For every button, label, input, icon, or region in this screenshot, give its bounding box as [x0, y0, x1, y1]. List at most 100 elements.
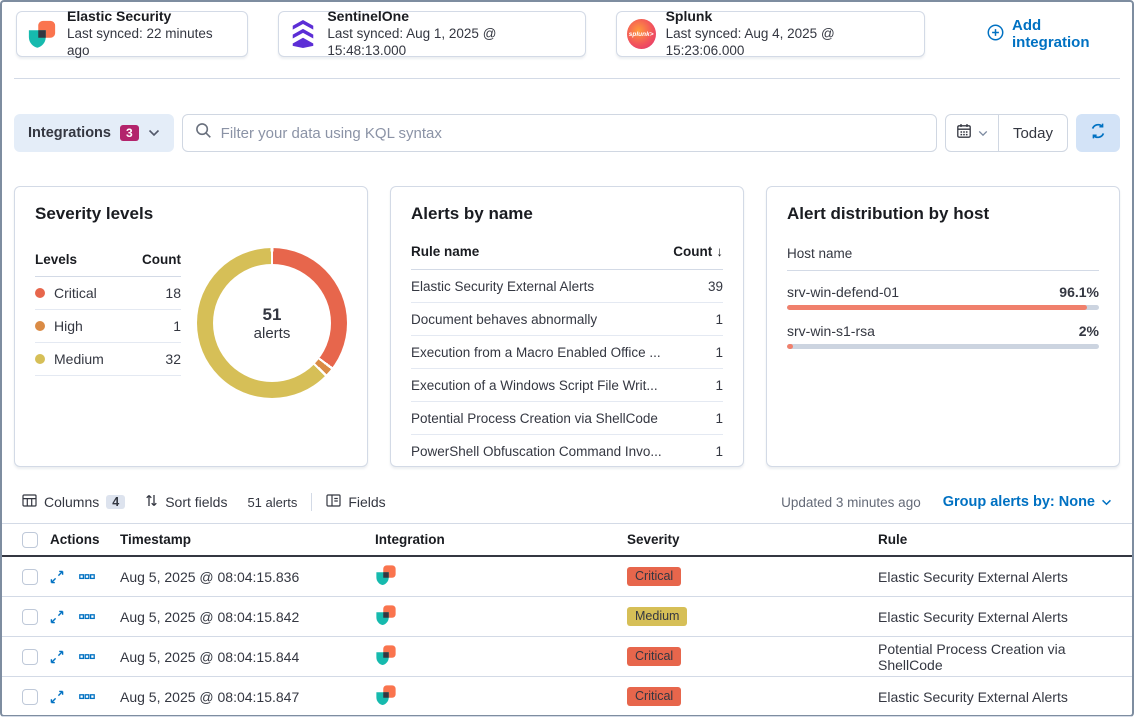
columns-count-badge: 4: [106, 495, 125, 509]
alert-distribution-by-host-panel: Alert distribution by host Host name srv…: [766, 186, 1120, 467]
sentinelone-logo-icon: [289, 20, 317, 48]
alert-timestamp: Aug 5, 2025 @ 08:04:15.842: [120, 609, 375, 625]
integration-cell: [375, 684, 627, 709]
add-integration-label: Add integration: [1012, 17, 1118, 51]
date-range-today-button[interactable]: Today: [999, 115, 1067, 151]
elastic-security-icon: [375, 684, 397, 706]
search-placeholder: Filter your data using KQL syntax: [221, 125, 442, 142]
row-checkbox[interactable]: [22, 689, 38, 705]
more-actions-icon[interactable]: [79, 694, 95, 700]
alert-row[interactable]: Aug 5, 2025 @ 08:04:15.842 Medium Elasti…: [2, 597, 1132, 637]
integration-cell: [375, 644, 627, 669]
host-percentage: 2%: [1079, 323, 1099, 339]
integration-card-elastic-security[interactable]: Elastic Security Last synced: 22 minutes…: [16, 11, 248, 57]
alerts-by-name-list: Elastic Security External Alerts39 Docum…: [411, 270, 723, 456]
alerts-by-name-panel: Alerts by name Rule name Count ↓ Elastic…: [390, 186, 744, 467]
host-name: srv-win-s1-rsa: [787, 323, 875, 339]
row-checkbox[interactable]: [22, 609, 38, 625]
card-title: SentinelOne: [327, 8, 568, 26]
card-last-synced: Last synced: Aug 4, 2025 @ 15:23:06.000: [666, 26, 908, 60]
expand-alert-icon[interactable]: [50, 650, 64, 664]
host-distribution-row[interactable]: srv-win-s1-rsa 2%: [787, 323, 1099, 349]
column-header-rule[interactable]: Rule: [878, 532, 1132, 547]
integration-card-splunk[interactable]: splunk> Splunk Last synced: Aug 4, 2025 …: [616, 11, 925, 57]
severity-donut-chart[interactable]: 51 alerts: [197, 248, 347, 398]
integration-card-sentinelone[interactable]: SentinelOne Last synced: Aug 1, 2025 @ 1…: [278, 11, 585, 57]
rule-count-row[interactable]: PowerShell Obfuscation Command Invo...1: [411, 435, 723, 456]
alert-rule: Potential Process Creation via ShellCode: [878, 641, 1132, 673]
rule-count-row[interactable]: Execution of a Windows Script File Writ.…: [411, 369, 723, 402]
column-header-severity[interactable]: Severity: [627, 532, 878, 547]
fields-button[interactable]: Fields: [326, 493, 385, 511]
toolbar-divider: [311, 493, 312, 511]
legend-row-high[interactable]: High 1: [35, 310, 181, 343]
add-integration-button[interactable]: Add integration: [987, 17, 1118, 51]
rule-count-row[interactable]: Document behaves abnormally1: [411, 303, 723, 336]
alert-row[interactable]: Aug 5, 2025 @ 08:04:15.844 Critical Pote…: [2, 637, 1132, 677]
high-dot-icon: [35, 321, 45, 331]
date-picker-group: Today: [945, 114, 1068, 152]
refresh-button[interactable]: [1076, 114, 1120, 152]
rule-count-row[interactable]: Elastic Security External Alerts39: [411, 270, 723, 303]
integrations-count-badge: 3: [120, 125, 139, 141]
integration-cell: [375, 564, 627, 589]
plus-circle-icon: [987, 24, 1004, 45]
integrations-filter-button[interactable]: Integrations 3: [14, 114, 174, 152]
alert-row[interactable]: Aug 5, 2025 @ 08:04:15.836 Critical Elas…: [2, 557, 1132, 597]
legend-row-medium[interactable]: Medium 32: [35, 343, 181, 376]
row-checkbox[interactable]: [22, 569, 38, 585]
alert-timestamp: Aug 5, 2025 @ 08:04:15.836: [120, 569, 375, 585]
section-divider: [14, 78, 1120, 79]
more-actions-icon[interactable]: [79, 574, 95, 580]
severity-badge: Medium: [627, 607, 687, 626]
expand-alert-icon[interactable]: [50, 690, 64, 704]
date-quick-select-button[interactable]: [946, 115, 999, 151]
column-header-timestamp[interactable]: Timestamp: [120, 532, 375, 547]
columns-button[interactable]: Columns 4: [22, 493, 125, 511]
rule-count-row[interactable]: Execution from a Macro Enabled Office ..…: [411, 336, 723, 369]
rule-name-column-header[interactable]: Rule name: [411, 244, 479, 259]
chevron-down-icon: [978, 124, 988, 142]
alert-row[interactable]: Aug 5, 2025 @ 08:04:15.847 Critical Elas…: [2, 677, 1132, 717]
integration-cell: [375, 604, 627, 629]
severity-levels-panel: Severity levels Levels Count Critical 18…: [14, 186, 368, 467]
host-distribution-row[interactable]: srv-win-defend-01 96.1%: [787, 284, 1099, 310]
table-grid-icon: [22, 493, 37, 511]
elastic-security-logo-icon: [27, 19, 57, 49]
elastic-security-icon: [375, 644, 397, 666]
alerts-count-label: 51 alerts: [247, 495, 297, 510]
count-column-header[interactable]: Count ↓: [673, 244, 723, 259]
search-icon: [195, 122, 212, 144]
sort-fields-button[interactable]: Sort fields: [145, 493, 227, 511]
panel-title: Alert distribution by host: [787, 204, 1099, 224]
column-header-actions[interactable]: Actions: [50, 532, 120, 547]
sort-desc-arrow-icon: ↓: [716, 244, 723, 259]
column-header-integration[interactable]: Integration: [375, 532, 627, 547]
row-checkbox[interactable]: [22, 649, 38, 665]
more-actions-icon[interactable]: [79, 614, 95, 620]
severity-badge: Critical: [627, 687, 681, 706]
dashboard-panels: Severity levels Levels Count Critical 18…: [14, 186, 1120, 467]
group-alerts-by-button[interactable]: Group alerts by: None: [943, 494, 1112, 510]
alert-rule: Elastic Security External Alerts: [878, 569, 1132, 585]
alert-rule: Elastic Security External Alerts: [878, 609, 1132, 625]
sort-arrows-icon: [145, 493, 158, 511]
severity-legend: Levels Count Critical 18 High 1 Medium 3…: [35, 246, 181, 398]
kql-search-input[interactable]: Filter your data using KQL syntax: [182, 114, 937, 152]
more-actions-icon[interactable]: [79, 654, 95, 660]
elastic-security-icon: [375, 604, 397, 626]
card-title: Splunk: [666, 8, 908, 26]
legend-row-critical[interactable]: Critical 18: [35, 277, 181, 310]
alerts-table: Actions Timestamp Integration Severity R…: [2, 524, 1132, 717]
expand-alert-icon[interactable]: [50, 570, 64, 584]
splunk-logo-icon: splunk>: [627, 19, 656, 49]
panel-title: Alerts by name: [411, 204, 723, 224]
expand-alert-icon[interactable]: [50, 610, 64, 624]
select-all-checkbox[interactable]: [22, 532, 38, 548]
host-percentage: 96.1%: [1059, 284, 1099, 300]
chevron-down-icon: [1101, 499, 1112, 506]
last-updated-label: Updated 3 minutes ago: [781, 495, 921, 510]
donut-total-value: 51: [263, 305, 282, 325]
rule-count-row[interactable]: Potential Process Creation via ShellCode…: [411, 402, 723, 435]
host-name: srv-win-defend-01: [787, 284, 899, 300]
